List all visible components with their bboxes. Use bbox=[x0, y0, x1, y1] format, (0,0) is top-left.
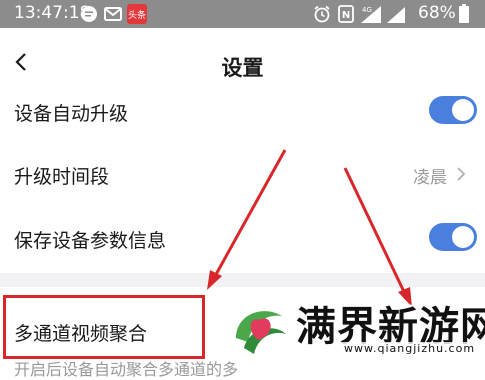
site-watermark: 满界新游网 www.qiangjizhu.com bbox=[222, 290, 485, 368]
watermark-logo-icon bbox=[228, 300, 288, 360]
watermark-url: www.qiangjizhu.com bbox=[342, 342, 478, 355]
annotation-arrow-left bbox=[212, 149, 287, 279]
annotation-arrow-right bbox=[343, 167, 408, 297]
arrow-head-icon bbox=[207, 270, 222, 290]
